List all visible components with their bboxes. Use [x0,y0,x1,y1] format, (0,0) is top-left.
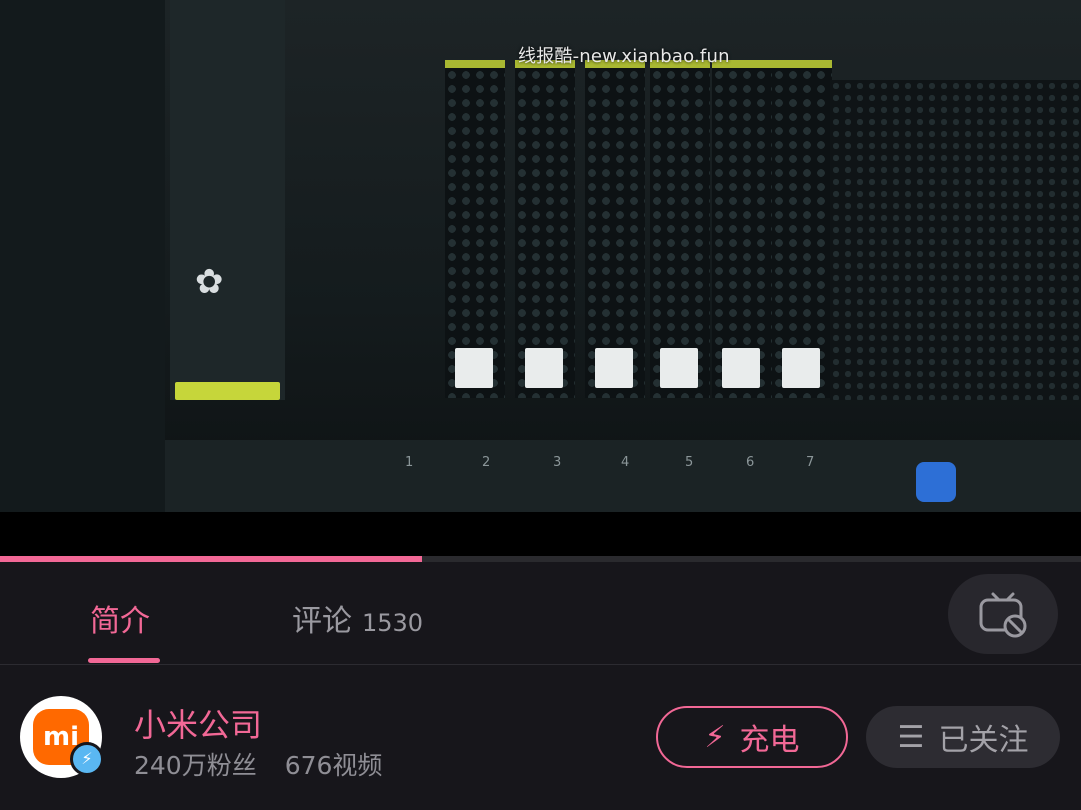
slot-number: 6 [746,455,755,470]
video-letterbox [0,512,1081,562]
watermark-text: 线报酷-new.xianbao.fun [518,46,730,67]
charge-button[interactable]: ⚡ 充电 [656,706,848,768]
tab-bar [0,562,1081,665]
slot-number: 4 [621,455,630,470]
video-frame-mesh [830,80,1081,400]
author-avatar[interactable]: mi ⚡ [20,696,104,778]
tv-danmaku-button[interactable] [948,574,1058,654]
video-frame-bezel [175,382,280,400]
follow-button[interactable]: ☰ 已关注 [866,706,1060,768]
slot-number: 7 [806,455,815,470]
video-frame-rack [0,0,165,512]
video-count: 676视频 [284,751,383,780]
video-frame-panel [170,0,285,400]
drive-caddy [585,60,645,398]
comments-count: 1530 [362,609,424,637]
slot-number: 3 [553,455,562,470]
drive-caddy [445,60,505,398]
author-name[interactable]: 小米公司 [134,700,262,746]
follower-count: 240万粉丝 [134,751,257,780]
slot-number: 5 [685,455,694,470]
charge-label: 充电 [739,723,800,758]
tab-comments-label: 评论 [292,604,352,639]
server-brand-logo: ✿ [195,262,224,302]
slot-number: 2 [482,455,491,470]
tab-comments[interactable]: 评论 1530 [292,596,423,640]
channel-logo-icon [916,462,956,502]
tab-intro-underline [88,658,160,663]
tab-intro[interactable]: 简介 [90,596,150,640]
video-player[interactable]: ✿ 1 2 3 4 5 6 7 线报酷-new.xianbao.fun [0,0,1081,512]
tv-no-danmaku-icon [979,592,1027,638]
drive-caddy [515,60,575,398]
author-stats: 240万粉丝 676视频 [134,746,382,782]
verified-badge-icon: ⚡ [70,742,104,776]
lightning-icon: ⚡ [704,719,726,755]
menu-icon: ☰ [897,719,925,755]
drive-caddy [772,60,832,398]
follow-label: 已关注 [938,723,1029,758]
drive-caddy [650,60,710,398]
slot-number: 1 [405,455,414,470]
drive-caddy [712,60,772,398]
